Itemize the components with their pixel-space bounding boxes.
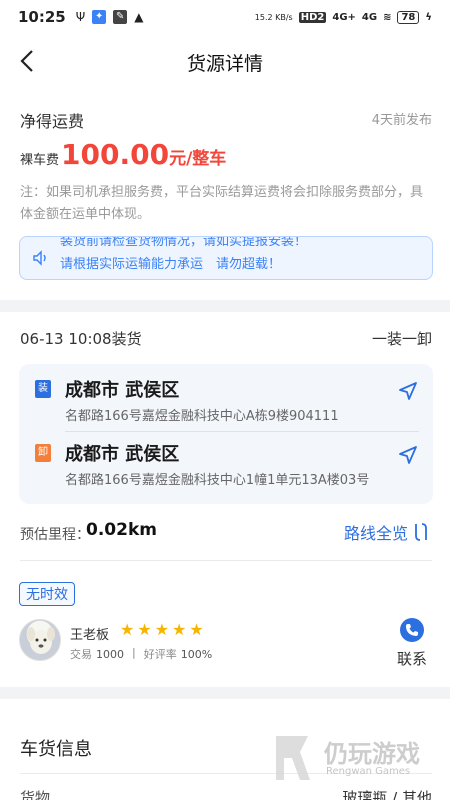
watermark: 仍玩游戏 Rengwan Games — [270, 732, 440, 788]
unload-address: 名都路166号嘉煜金融科技中心1幢1单元13A楼03号 — [65, 473, 370, 488]
divider — [20, 560, 432, 561]
praise-stat: 好评率 100% — [144, 646, 212, 662]
route-overview-button[interactable]: 路线全览 — [344, 520, 430, 544]
route-overview-label: 路线全览 — [343, 524, 408, 543]
watermark-text: 仍玩游戏 — [324, 740, 420, 768]
battery-level: 78 — [397, 10, 420, 24]
praise-label: 好评率 — [143, 648, 177, 661]
cargo-info-title: 车货信息 — [20, 739, 92, 760]
signal-2: 4G — [361, 11, 378, 23]
publish-time: 4天前发布 — [371, 113, 432, 128]
freight-label: 净得运费 — [20, 112, 85, 131]
shipment-card: 06-13 10:08装货 一装一卸 装 成都市 武侯区 名都路166号嘉煜金融… — [0, 312, 450, 687]
unload-tag: 卸 — [35, 444, 51, 462]
unload-city: 成都市 武侯区 — [65, 444, 180, 465]
speaker-icon — [33, 250, 46, 266]
back-arrow-icon[interactable] — [14, 46, 44, 76]
cargo-row-value: 玻璃瓶 / 其他 — [342, 789, 432, 800]
distance-label: 预估里程： — [20, 527, 90, 543]
price-row: 裸车费 100.00 元/整车 — [20, 138, 226, 171]
notice-bar: 装货前请检查货物情况，请如实提报安装！ 请根据实际运输能力承运 请勿超载！ — [19, 236, 433, 280]
price-value: 100.00 — [61, 138, 170, 171]
navigate-icon[interactable] — [397, 444, 419, 466]
nav-bar: 货源详情 — [0, 34, 450, 90]
cargo-row-label: 货物 — [20, 789, 51, 800]
load-city: 成都市 武侯区 — [65, 380, 180, 401]
network-speed: 15.2 KB/s — [254, 12, 293, 22]
app-notification-icon: ✦ — [92, 10, 107, 24]
status-bar: 10:25 Ψ ✦ ✎ ▲ 15.2 KB/s HD2 4G+ 4G ≋ 78 … — [0, 0, 450, 34]
load-address: 名都路166号嘉煜金融科技中心A栋9楼904111 — [65, 409, 339, 424]
status-right-icons: 15.2 KB/s HD2 4G+ 4G ≋ 78 ϟ — [254, 10, 432, 24]
phone-icon — [400, 618, 424, 642]
notice-text: 请根据实际运输能力承运 请勿超载！ — [60, 257, 282, 272]
praise-rate: 100% — [180, 648, 213, 661]
watermark-subtext: Rengwan Games — [326, 766, 411, 777]
address-divider — [65, 431, 419, 432]
warning-icon: ▲ — [134, 10, 144, 24]
avatar[interactable] — [19, 619, 61, 661]
page-title: 货源详情 — [186, 52, 263, 75]
load-type: 一装一卸 — [371, 330, 432, 348]
navigate-icon[interactable] — [397, 380, 419, 402]
price-prefix: 裸车费 — [20, 153, 60, 168]
price-unit: 元/整车 — [169, 149, 227, 169]
status-time: 10:25 — [18, 8, 66, 26]
route-icon — [415, 523, 427, 541]
hd-badge: HD2 — [298, 11, 327, 23]
rating-stars: ★★★★★ — [120, 620, 207, 639]
charging-icon: ϟ — [425, 11, 432, 23]
trade-stat: 交易 1000 — [70, 646, 124, 662]
trade-label: 交易 — [70, 648, 92, 661]
distance-value: 0.02km — [86, 520, 157, 540]
wifi-icon: ≋ — [383, 11, 392, 23]
notice-text-scrolling: 装货前请检查货物情况，请如实提报安装！ — [60, 236, 308, 249]
app-notification-icon-2: ✎ — [113, 10, 128, 24]
freight-card: 净得运费 4天前发布 裸车费 100.00 元/整车 注：如果司机承担服务费，平… — [0, 90, 450, 300]
stat-separator: | — [132, 646, 136, 659]
address-box: 装 成都市 武侯区 名都路166号嘉煜金融科技中心A栋9楼904111 卸 成都… — [19, 364, 433, 504]
load-tag: 装 — [35, 380, 51, 398]
service-fee-note: 注：如果司机承担服务费，平台实际结算运费将会扣除服务费部分，具体金额在运单中体现… — [20, 185, 424, 222]
dog-avatar-icon — [27, 627, 55, 654]
contact-button[interactable]: 联系 — [392, 618, 432, 670]
owner-stats: 交易 1000 | 好评率 100% — [70, 646, 212, 662]
signal-1: 4G+ — [332, 11, 356, 23]
load-time: 06-13 10:08装货 — [20, 330, 142, 348]
watermark-logo-icon — [276, 736, 310, 780]
trade-count: 1000 — [96, 648, 124, 661]
contact-label: 联系 — [396, 650, 427, 668]
usb-icon: Ψ — [75, 10, 86, 24]
time-badge: 无时效 — [19, 582, 75, 606]
owner-name: 王老板 — [70, 628, 110, 643]
status-notification-icons: Ψ ✦ ✎ ▲ — [75, 10, 144, 24]
